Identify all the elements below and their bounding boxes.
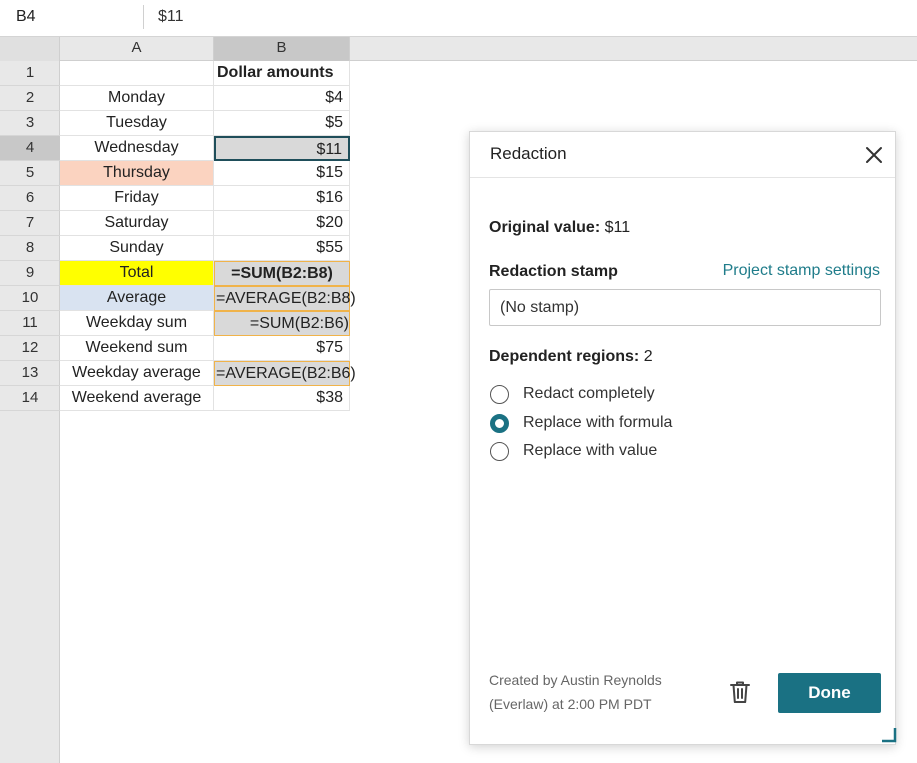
row-header-4[interactable]: 4 (0, 136, 60, 161)
cell-b9[interactable]: =SUM(B2:B8) (214, 261, 350, 286)
cell-b4[interactable]: $11 (214, 136, 350, 161)
column-header-row: A B (0, 37, 917, 61)
formula-bar: B4 $11 (0, 0, 917, 37)
done-button[interactable]: Done (778, 673, 881, 713)
cell-a7[interactable]: Saturday (60, 211, 214, 236)
close-icon[interactable] (863, 144, 885, 166)
dialog-title: Redaction (490, 144, 567, 163)
cell-b5[interactable]: $15 (214, 161, 350, 186)
row-header-8[interactable]: 8 (0, 236, 60, 261)
row-header-5[interactable]: 5 (0, 161, 60, 186)
name-box[interactable]: B4 (0, 0, 143, 36)
row-header-13[interactable]: 13 (0, 361, 60, 386)
option-label: Replace with formula (523, 414, 673, 431)
cell-a4[interactable]: Wednesday (60, 136, 214, 161)
cell-a8[interactable]: Sunday (60, 236, 214, 261)
resize-handle[interactable] (879, 725, 898, 744)
cell-b13[interactable]: =AVERAGE(B2:B6) (214, 361, 356, 386)
cell-b2[interactable]: $4 (214, 86, 350, 111)
redaction-stamp-select[interactable]: (No stamp) (489, 289, 881, 326)
cell-a2[interactable]: Monday (60, 86, 214, 111)
cell-b1[interactable]: Dollar amounts (214, 61, 350, 86)
cell-a13[interactable]: Weekday average (60, 361, 214, 386)
row-header-7[interactable]: 7 (0, 211, 60, 236)
dialog-header: Redaction (470, 132, 895, 178)
redaction-dialog: Redaction Original value: $11 Redaction … (469, 131, 896, 745)
select-all-corner[interactable] (0, 37, 60, 61)
cell-b6[interactable]: $16 (214, 186, 350, 211)
cell-b11[interactable]: =SUM(B2:B6) (214, 311, 350, 336)
cell-a3[interactable]: Tuesday (60, 111, 214, 136)
original-value-row: Original value: $11 (489, 219, 630, 237)
formula-bar-divider (143, 5, 144, 29)
project-stamp-settings-link[interactable]: Project stamp settings (723, 262, 880, 280)
cell-b7[interactable]: $20 (214, 211, 350, 236)
option-redact-completely[interactable]: Redact completely (490, 382, 655, 406)
option-label: Redact completely (523, 385, 655, 402)
cell-a10[interactable]: Average (60, 286, 214, 311)
cell-a9[interactable]: Total (60, 261, 214, 286)
cell-a11[interactable]: Weekday sum (60, 311, 214, 336)
cell-a12[interactable]: Weekend sum (60, 336, 214, 361)
cell-b14[interactable]: $38 (214, 386, 350, 411)
created-by-text: Created by Austin Reynolds (Everlaw) at … (489, 668, 699, 716)
row-header-12[interactable]: 12 (0, 336, 60, 361)
original-value-label: Original value: (489, 219, 601, 236)
option-replace-with-value[interactable]: Replace with value (490, 439, 657, 463)
column-header-a[interactable]: A (60, 37, 214, 61)
trash-icon[interactable] (728, 679, 752, 705)
cell-b12[interactable]: $75 (214, 336, 350, 361)
created-by-line-1: Created by Austin Reynolds (489, 672, 662, 688)
dependent-regions-count: 2 (643, 348, 653, 365)
option-label: Replace with value (523, 442, 658, 459)
original-value: $11 (604, 219, 631, 236)
cell-b3[interactable]: $5 (214, 111, 350, 136)
row-header-14[interactable]: 14 (0, 386, 60, 411)
created-by-line-2: (Everlaw) at 2:00 PM PDT (489, 696, 652, 712)
cell-a1[interactable] (60, 61, 214, 86)
cell-b10[interactable]: =AVERAGE(B2:B8) (214, 286, 356, 311)
row-header-1[interactable]: 1 (0, 61, 60, 86)
radio-replace-with-value[interactable] (490, 441, 509, 461)
radio-replace-with-formula[interactable] (490, 413, 509, 433)
dependent-regions-row: Dependent regions: 2 (489, 348, 653, 366)
column-header-b[interactable]: B (214, 37, 350, 61)
redaction-stamp-label: Redaction stamp (489, 263, 618, 280)
formula-bar-value[interactable]: $11 (158, 0, 184, 36)
row-header-9[interactable]: 9 (0, 261, 60, 286)
row-header-6[interactable]: 6 (0, 186, 60, 211)
row-header-11[interactable]: 11 (0, 311, 60, 336)
row-header-2[interactable]: 2 (0, 86, 60, 111)
dependent-regions-label: Dependent regions: (489, 348, 640, 365)
option-replace-with-formula[interactable]: Replace with formula (490, 411, 672, 435)
cell-a14[interactable]: Weekend average (60, 386, 214, 411)
radio-redact-completely[interactable] (490, 384, 509, 404)
row-header-10[interactable]: 10 (0, 286, 60, 311)
cell-a6[interactable]: Friday (60, 186, 214, 211)
cell-a5[interactable]: Thursday (60, 161, 214, 186)
cell-b8[interactable]: $55 (214, 236, 350, 261)
row-header-3[interactable]: 3 (0, 111, 60, 136)
